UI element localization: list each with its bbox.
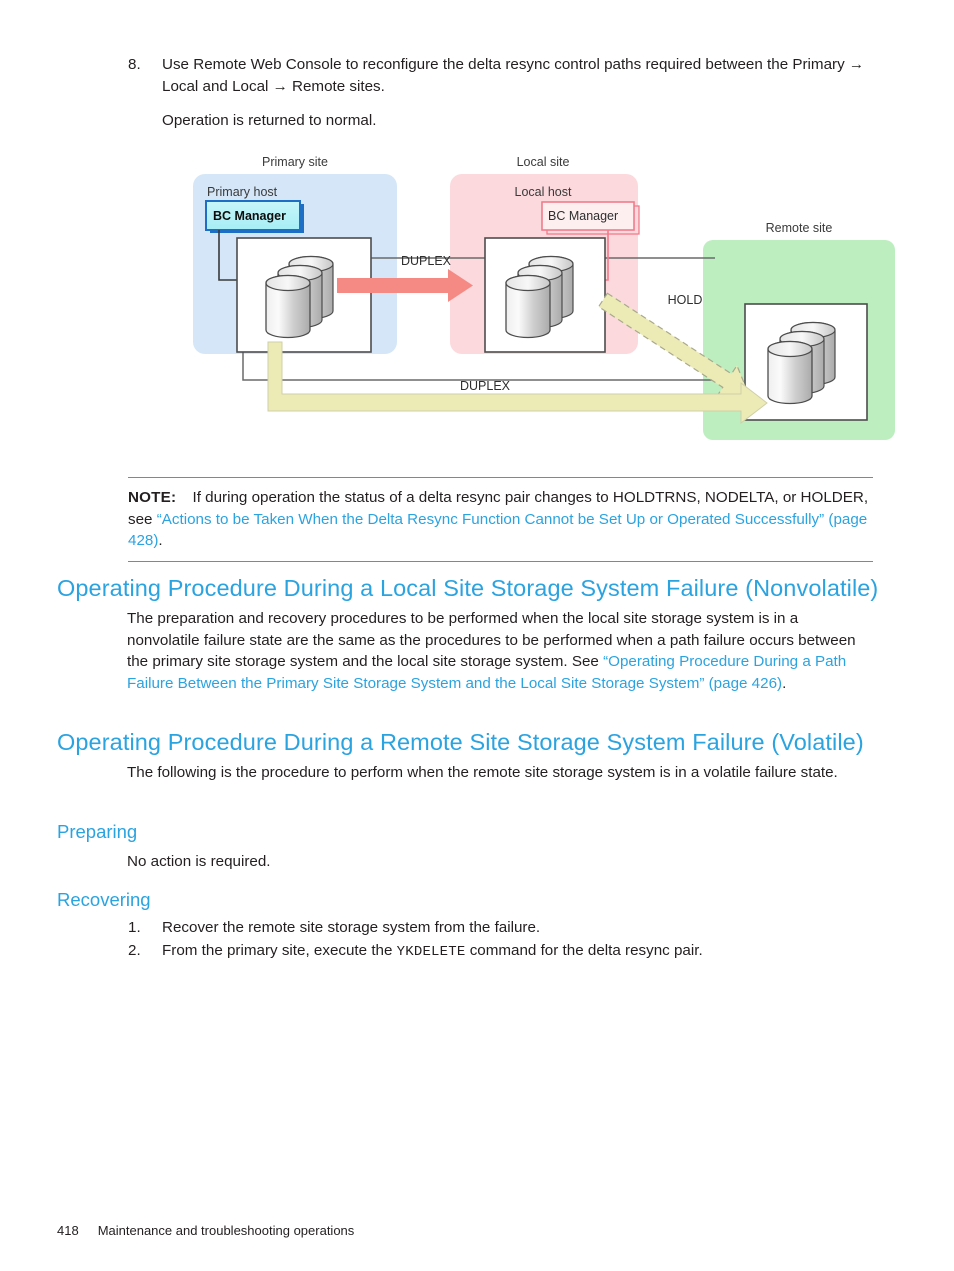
paragraph-preparing: No action is required.	[127, 853, 271, 870]
step-number: 8.	[128, 56, 141, 73]
list-item: 8. Use Remote Web Console to reconfigure…	[128, 54, 868, 97]
delta-resync-diagram: Primary site Local site Remote site Prim…	[185, 152, 910, 452]
heading-local-site-nonvolatile: Operating Procedure During a Local Site …	[57, 575, 879, 601]
note-text-tail: .	[158, 532, 163, 549]
list-item-text-pre: Recover the remote site storage system f…	[162, 919, 541, 936]
note-bottom-rule	[128, 560, 873, 562]
step-8-block: 8. Use Remote Web Console to reconfigure…	[128, 54, 868, 132]
note-link[interactable]: “Actions to be Taken When the Delta Resy…	[128, 511, 867, 550]
arrow-label-hold: HOLD	[668, 293, 703, 307]
paragraph-nonvolatile: The preparation and recovery procedures …	[127, 608, 872, 694]
page-footer: 418 Maintenance and troubleshooting opera…	[57, 1223, 354, 1238]
document-page: 8. Use Remote Web Console to reconfigure…	[0, 0, 954, 1271]
step-result-text: Operation is returned to normal.	[162, 112, 377, 129]
site-title-primary: Primary site	[262, 155, 328, 169]
site-title-local: Local site	[517, 155, 570, 169]
arrow-label-duplex-top: DUPLEX	[401, 254, 452, 268]
paragraph-volatile: The following is the procedure to perfor…	[127, 764, 838, 781]
heading-preparing: Preparing	[57, 821, 138, 842]
footer-chapter-title: Maintenance and troubleshooting operatio…	[97, 1223, 355, 1238]
note-block: NOTE: If during operation the status of …	[128, 477, 873, 562]
host-label-primary: Primary host	[207, 185, 278, 199]
list-item-text: From the primary site, execute the YKDEL…	[162, 940, 873, 964]
list-item: 1. Recover the remote site storage syste…	[128, 917, 873, 939]
list-item-text-post: command for the delta resync pair.	[465, 941, 703, 959]
list-item: 2. From the primary site, execute the YK…	[128, 940, 873, 964]
note-label: NOTE:	[128, 489, 177, 506]
heading-remote-site-volatile: Operating Procedure During a Remote Site…	[57, 729, 864, 755]
arrow-label-duplex-bottom: DUPLEX	[460, 379, 511, 393]
link-line-primary-remote	[242, 352, 715, 381]
heading-recovering: Recovering	[57, 889, 151, 910]
command-name: YKDELETE	[396, 943, 466, 960]
list-item-text: Recover the remote site storage system f…	[162, 917, 873, 939]
list-item-number: 1.	[128, 919, 141, 936]
bc-manager-label-local: BC Manager	[548, 209, 618, 223]
list-item-number: 2.	[128, 941, 141, 959]
bc-manager-label-primary: BC Manager	[213, 209, 286, 223]
host-label-local: Local host	[515, 185, 573, 199]
note-content: NOTE: If during operation the status of …	[128, 478, 873, 561]
list-item-text-pre: From the primary site, execute the	[162, 941, 397, 959]
footer-page-number: 418	[57, 1223, 79, 1238]
paragraph-nonvolatile-tail: .	[782, 674, 787, 692]
site-title-remote: Remote site	[766, 221, 833, 235]
recovering-steps-list: 1. Recover the remote site storage syste…	[128, 917, 873, 963]
step-text: Use Remote Web Console to reconfigure th…	[162, 56, 865, 95]
